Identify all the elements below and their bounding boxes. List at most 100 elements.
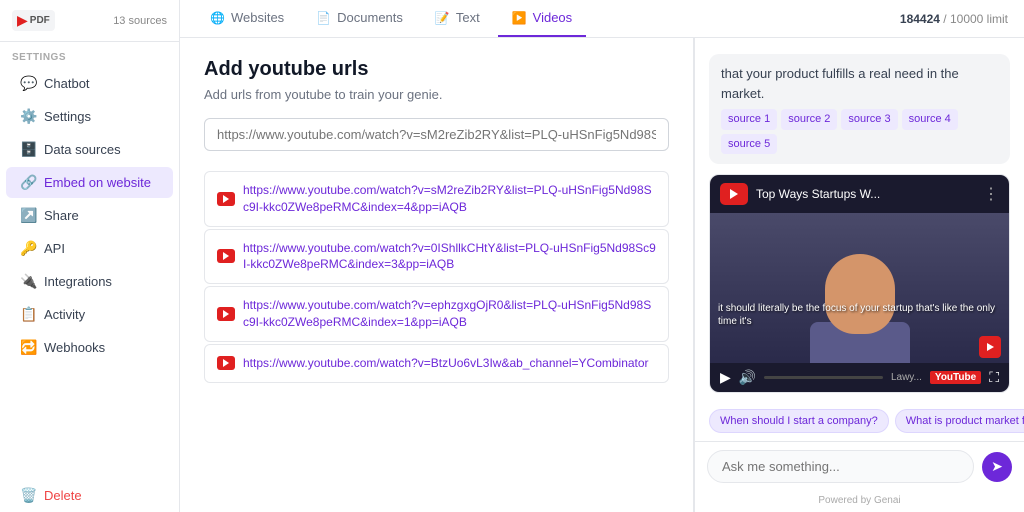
- tab-videos[interactable]: ▶️ Videos: [498, 0, 586, 37]
- url-link[interactable]: https://www.youtube.com/watch?v=sM2reZib…: [243, 182, 656, 216]
- url-item: https://www.youtube.com/watch?v=ephzgxgO…: [204, 286, 669, 342]
- video-thumbnail: it should literally be the focus of your…: [710, 213, 1009, 363]
- url-input[interactable]: [204, 118, 669, 151]
- powered-by: Powered by Genai: [695, 491, 1024, 512]
- video-overlay-text: it should literally be the focus of your…: [718, 302, 1001, 328]
- pdf-logo-icon: PDF: [30, 15, 50, 26]
- sidebar-item-label: Webhooks: [44, 340, 105, 355]
- sidebar-item-settings[interactable]: ⚙️ Settings: [6, 101, 173, 132]
- send-button[interactable]: ➤: [982, 452, 1012, 482]
- suggestion-chip-2[interactable]: What is product market f: [895, 409, 1024, 433]
- video-card: Top Ways Startups W... ⋮ it should liter…: [709, 174, 1010, 393]
- sidebar-item-label: API: [44, 241, 65, 256]
- play-button[interactable]: ▶: [720, 369, 731, 386]
- sidebar-header: ▶ PDF 13 sources: [0, 0, 179, 42]
- url-item: https://www.youtube.com/watch?v=sM2reZib…: [204, 171, 669, 227]
- limit-current: 184424: [900, 12, 940, 26]
- chat-input[interactable]: [707, 450, 974, 483]
- youtube-icon: [217, 192, 235, 206]
- websites-tab-icon: 🌐: [210, 11, 225, 25]
- youtube-icon: [217, 249, 235, 263]
- chat-suggestions: When should I start a company? What is p…: [695, 401, 1024, 441]
- source-tag-3[interactable]: source 3: [841, 109, 897, 130]
- youtube-icon: [217, 307, 235, 321]
- chat-messages: that your product fulfills a real need i…: [695, 38, 1024, 401]
- youtube-icon: [217, 356, 235, 370]
- person-silhouette: [710, 213, 1009, 363]
- sidebar-item-integrations[interactable]: 🔌 Integrations: [6, 266, 173, 297]
- url-input-row: [204, 118, 669, 151]
- source-tag-5[interactable]: source 5: [721, 134, 777, 155]
- activity-icon: 📋: [20, 306, 36, 323]
- url-link[interactable]: https://www.youtube.com/watch?v=ephzgxgO…: [243, 297, 656, 331]
- youtube-ctrl-label: YouTube: [930, 371, 981, 384]
- sidebar-item-activity[interactable]: 📋 Activity: [6, 299, 173, 330]
- delete-icon: 🗑️: [20, 487, 36, 504]
- text-tab-icon: 📝: [435, 11, 450, 25]
- sidebar-item-label: Chatbot: [44, 76, 90, 91]
- settings-icon: ⚙️: [20, 108, 36, 125]
- video-options-button[interactable]: ⋮: [983, 184, 999, 204]
- suggestion-chip-1[interactable]: When should I start a company?: [709, 409, 889, 433]
- tabs-bar: 🌐 Websites 📄 Documents 📝 Text ▶️ Videos …: [180, 0, 1024, 38]
- chat-input-row: ➤: [695, 441, 1024, 491]
- logo-badge: ▶ PDF: [12, 10, 55, 31]
- settings-label: SETTINGS: [0, 42, 179, 67]
- tab-text[interactable]: 📝 Text: [421, 0, 494, 37]
- videos-tab-icon: ▶️: [512, 11, 527, 25]
- sidebar-item-webhooks[interactable]: 🔁 Webhooks: [6, 332, 173, 363]
- sidebar-item-label: Embed on website: [44, 175, 151, 190]
- api-icon: 🔑: [20, 240, 36, 257]
- video-yt-logo-icon: [720, 183, 748, 205]
- progress-bar[interactable]: [764, 376, 883, 379]
- video-controls: ▶ 🔊 Lawy... YouTube ⛶: [710, 363, 1009, 392]
- source-tag-2[interactable]: source 2: [781, 109, 837, 130]
- sidebar-item-embed[interactable]: 🔗 Embed on website: [6, 167, 173, 198]
- main-content: 🌐 Websites 📄 Documents 📝 Text ▶️ Videos …: [180, 0, 1024, 512]
- data-sources-icon: 🗄️: [20, 141, 36, 158]
- video-header: Top Ways Startups W... ⋮: [710, 175, 1009, 213]
- sources-count: 13 sources: [113, 15, 167, 27]
- url-link[interactable]: https://www.youtube.com/watch?v=0IShllkC…: [243, 240, 656, 274]
- sidebar-item-label: Settings: [44, 109, 91, 124]
- speaker-label: Lawy...: [891, 372, 922, 383]
- chatbot-icon: 💬: [20, 75, 36, 92]
- chat-panel: that your product fulfills a real need i…: [694, 38, 1024, 512]
- sidebar-item-share[interactable]: ↗️ Share: [6, 200, 173, 231]
- chat-message: that your product fulfills a real need i…: [709, 54, 1010, 164]
- tabs-left: 🌐 Websites 📄 Documents 📝 Text ▶️ Videos: [196, 0, 586, 37]
- panel-subtitle: Add urls from youtube to train your geni…: [204, 87, 669, 102]
- tab-websites[interactable]: 🌐 Websites: [196, 0, 298, 37]
- video-overlay-logo-icon: [979, 336, 1001, 358]
- documents-tab-icon: 📄: [316, 11, 331, 25]
- send-arrow-icon: ➤: [991, 458, 1003, 475]
- fullscreen-button[interactable]: ⛶: [989, 369, 999, 386]
- youtube-panel: Add youtube urls Add urls from youtube t…: [180, 38, 694, 512]
- youtube-logo-icon: ▶: [17, 12, 28, 29]
- integrations-icon: 🔌: [20, 273, 36, 290]
- tab-text-label: Text: [456, 10, 480, 25]
- source-tag-4[interactable]: source 4: [902, 109, 958, 130]
- content-area: Add youtube urls Add urls from youtube t…: [180, 38, 1024, 512]
- sidebar-item-label: Share: [44, 208, 79, 223]
- logo-row: ▶ PDF: [12, 10, 55, 31]
- sidebar-item-data-sources[interactable]: 🗄️ Data sources: [6, 134, 173, 165]
- sidebar-item-api[interactable]: 🔑 API: [6, 233, 173, 264]
- url-list: https://www.youtube.com/watch?v=sM2reZib…: [204, 171, 669, 383]
- embed-icon: 🔗: [20, 174, 36, 191]
- video-title: Top Ways Startups W...: [756, 187, 975, 201]
- tab-documents[interactable]: 📄 Documents: [302, 0, 417, 37]
- webhooks-icon: 🔁: [20, 339, 36, 356]
- tab-videos-label: Videos: [533, 10, 573, 25]
- delete-button[interactable]: 🗑️ Delete: [6, 480, 173, 511]
- url-item: https://www.youtube.com/watch?v=BtzUo6vL…: [204, 344, 669, 383]
- tab-documents-label: Documents: [337, 10, 403, 25]
- limit-label: / 10000 limit: [943, 12, 1008, 26]
- url-link[interactable]: https://www.youtube.com/watch?v=BtzUo6vL…: [243, 355, 649, 372]
- volume-button[interactable]: 🔊: [739, 369, 756, 386]
- sidebar-item-chatbot[interactable]: 💬 Chatbot: [6, 68, 173, 99]
- message-text: that your product fulfills a real need i…: [721, 66, 959, 101]
- sidebar-item-label: Data sources: [44, 142, 121, 157]
- source-tags: source 1 source 2 source 3 source 4 sour…: [721, 109, 998, 154]
- source-tag-1[interactable]: source 1: [721, 109, 777, 130]
